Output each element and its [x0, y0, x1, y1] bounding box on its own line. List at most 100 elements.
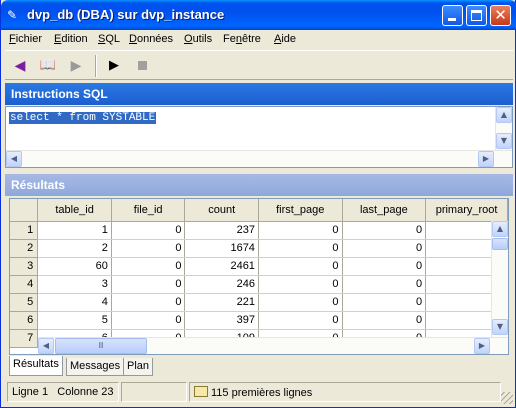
- results-vertical-scrollbar[interactable]: ▲ ▼: [491, 221, 508, 337]
- column-header[interactable]: file_id: [111, 199, 186, 222]
- scroll-left-icon[interactable]: ◀: [6, 151, 22, 167]
- cursor-position: Ligne 1 Colonne 23: [7, 382, 119, 402]
- row-number[interactable]: 2: [10, 239, 39, 258]
- sql-query-text[interactable]: select * from SYSTABLE: [9, 112, 157, 124]
- scroll-down-icon[interactable]: ▼: [492, 319, 508, 335]
- cell[interactable]: 0: [342, 239, 427, 258]
- forward-arrow-icon[interactable]: ▶: [65, 56, 87, 76]
- grid-icon: [194, 386, 208, 397]
- title-bar[interactable]: ✎ dvp_db (DBA) sur dvp_instance ✕: [1, 0, 516, 30]
- cell[interactable]: 3: [37, 275, 112, 294]
- book-icon[interactable]: 📖: [37, 56, 59, 76]
- row-number[interactable]: 7: [10, 329, 39, 348]
- results-horizontal-scrollbar[interactable]: ◀ Ⅲ ▶: [38, 337, 508, 354]
- column-header[interactable]: count: [184, 199, 259, 222]
- close-icon: ✕: [494, 6, 507, 24]
- row-number[interactable]: 5: [10, 293, 39, 312]
- sql-vertical-scrollbar[interactable]: ▲ ▼: [495, 107, 512, 150]
- stop-icon[interactable]: [131, 56, 153, 76]
- results-grid[interactable]: table_id file_id count first_page last_p…: [9, 198, 509, 355]
- rows-info-text: 115 premières lignes: [211, 387, 313, 399]
- back-arrow-icon[interactable]: ◀: [9, 56, 31, 76]
- menu-sql[interactable]: SQL: [98, 33, 120, 45]
- play-icon[interactable]: ▶: [103, 56, 125, 76]
- cell[interactable]: 2461: [184, 257, 259, 276]
- cell[interactable]: 246: [184, 275, 259, 294]
- scroll-up-icon[interactable]: ▲: [496, 107, 512, 123]
- sql-editor[interactable]: select * from SYSTABLE ▲ ▼ ◀ ▶: [5, 106, 513, 168]
- tab-plan[interactable]: Plan: [123, 358, 154, 376]
- scroll-right-icon[interactable]: ▶: [478, 151, 494, 167]
- maximize-button[interactable]: [466, 5, 487, 26]
- cell[interactable]: 5: [37, 311, 112, 330]
- corner-header[interactable]: [10, 199, 39, 222]
- pen-icon: ✎: [7, 8, 18, 22]
- status-empty-cell: [121, 382, 187, 402]
- sql-horizontal-scrollbar[interactable]: ◀ ▶: [6, 150, 512, 167]
- cell[interactable]: 0: [258, 239, 343, 258]
- menu-donnees[interactable]: Données: [129, 33, 173, 45]
- table-row[interactable]: 4 3 0 246 0 0: [10, 275, 508, 294]
- column-header[interactable]: last_page: [342, 199, 427, 222]
- row-number[interactable]: 1: [10, 221, 39, 240]
- scroll-left-icon[interactable]: ◀: [38, 338, 54, 354]
- scroll-right-icon[interactable]: ▶: [474, 338, 490, 354]
- row-number[interactable]: 6: [10, 311, 39, 330]
- cell[interactable]: 2: [37, 239, 112, 258]
- minimize-icon: [448, 18, 456, 21]
- close-button[interactable]: ✕: [490, 5, 511, 26]
- table-row[interactable]: 3 60 0 2461 0 0: [10, 257, 508, 276]
- cell[interactable]: 4: [37, 293, 112, 312]
- cell[interactable]: 0: [258, 311, 343, 330]
- cell[interactable]: 0: [258, 293, 343, 312]
- column-header[interactable]: table_id: [37, 199, 112, 222]
- cell[interactable]: 0: [111, 239, 186, 258]
- tab-messages[interactable]: Messages: [66, 358, 125, 376]
- cell[interactable]: 0: [111, 275, 186, 294]
- column-header[interactable]: first_page: [258, 199, 343, 222]
- scroll-up-icon[interactable]: ▲: [492, 221, 508, 237]
- cell[interactable]: 0: [342, 311, 427, 330]
- row-number[interactable]: 3: [10, 257, 39, 276]
- minimize-button[interactable]: [442, 5, 463, 26]
- sql-panel-title: Instructions SQL: [5, 83, 513, 105]
- cell[interactable]: 1674: [184, 239, 259, 258]
- menu-fichier[interactable]: Fichier: [9, 33, 42, 45]
- cell[interactable]: 0: [258, 221, 343, 240]
- cell[interactable]: 1: [37, 221, 112, 240]
- table-row[interactable]: 5 4 0 221 0 0: [10, 293, 508, 312]
- cell[interactable]: 221: [184, 293, 259, 312]
- horizontal-scroll-thumb[interactable]: Ⅲ: [55, 338, 147, 354]
- results-panel-title: Résultats: [5, 174, 513, 196]
- cell[interactable]: 0: [342, 275, 427, 294]
- cell[interactable]: 0: [258, 275, 343, 294]
- table-row[interactable]: 2 2 0 1674 0 0: [10, 239, 508, 258]
- status-line: Ligne 1: [12, 386, 49, 398]
- cell[interactable]: 0: [111, 293, 186, 312]
- cell[interactable]: 0: [111, 257, 186, 276]
- status-column: Colonne 23: [57, 386, 114, 398]
- cell[interactable]: 0: [111, 311, 186, 330]
- table-row[interactable]: 1 1 0 237 0 0: [10, 221, 508, 240]
- cell[interactable]: 0: [111, 221, 186, 240]
- cell[interactable]: 60: [37, 257, 112, 276]
- menu-outils[interactable]: Outils: [184, 33, 212, 45]
- cell[interactable]: 397: [184, 311, 259, 330]
- vertical-scroll-thumb[interactable]: [492, 238, 508, 250]
- menu-edition[interactable]: Edition: [54, 33, 88, 45]
- menu-aide[interactable]: Aide: [274, 33, 296, 45]
- cell[interactable]: 0: [342, 221, 427, 240]
- cell[interactable]: 237: [184, 221, 259, 240]
- cell[interactable]: 0: [342, 257, 427, 276]
- table-row[interactable]: 6 5 0 397 0 0: [10, 311, 508, 330]
- column-header[interactable]: primary_root: [425, 199, 508, 222]
- menu-fenetre[interactable]: Fenêtre: [223, 33, 261, 45]
- row-number[interactable]: 4: [10, 275, 39, 294]
- results-tabs: Résultats Messages Plan: [9, 356, 509, 376]
- cell[interactable]: 0: [342, 293, 427, 312]
- cell[interactable]: 0: [258, 257, 343, 276]
- resize-grip[interactable]: [501, 392, 513, 404]
- scroll-down-icon[interactable]: ▼: [496, 133, 512, 149]
- tab-resultats[interactable]: Résultats: [9, 356, 63, 376]
- status-bar: Ligne 1 Colonne 23 115 premières lignes: [5, 380, 513, 404]
